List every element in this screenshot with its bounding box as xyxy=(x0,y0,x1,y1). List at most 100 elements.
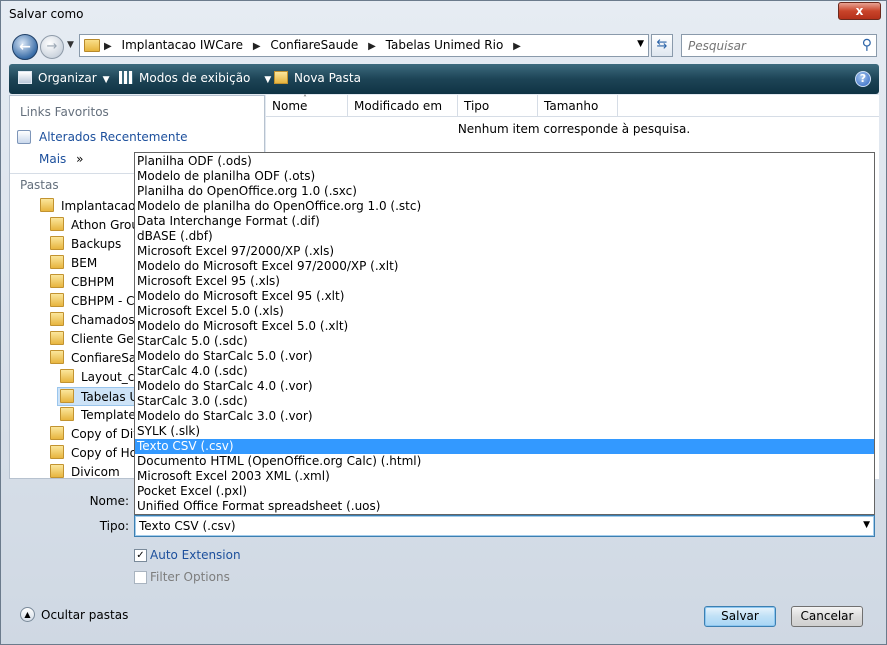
file-type-option[interactable]: Microsoft Excel 2003 XML (.xml) xyxy=(135,469,874,484)
column-header-name[interactable]: Nome ˄ xyxy=(266,94,348,117)
search-input[interactable] xyxy=(686,37,852,54)
save-button[interactable]: Salvar xyxy=(704,606,776,627)
cancel-button[interactable]: Cancelar xyxy=(791,606,863,627)
file-type-label: Tipo: xyxy=(99,519,129,533)
tree-folder-label: BEM xyxy=(71,256,98,270)
folder-icon xyxy=(50,426,64,440)
file-type-option[interactable]: Modelo de planilha do OpenOffice.org 1.0… xyxy=(135,199,874,214)
back-button[interactable]: ← xyxy=(12,34,38,60)
hide-folders-button[interactable]: Ocultar pastas xyxy=(41,608,128,622)
column-header-type[interactable]: Tipo xyxy=(458,95,538,117)
tree-folder[interactable]: Chamados xyxy=(50,311,135,330)
file-type-option[interactable]: Modelo do Microsoft Excel 97/2000/XP (.x… xyxy=(135,259,874,274)
folder-icon xyxy=(50,274,64,288)
file-type-select[interactable]: Texto CSV (.csv) ▼ xyxy=(134,515,875,537)
file-type-option[interactable]: Documento HTML (OpenOffice.org Calc) (.h… xyxy=(135,454,874,469)
help-button[interactable]: ? xyxy=(855,71,871,87)
favorites-heading: Links Favoritos xyxy=(20,105,109,119)
file-type-option[interactable]: Modelo de planilha ODF (.ots) xyxy=(135,169,874,184)
breadcrumb-item[interactable]: ConfiareSaude xyxy=(270,38,358,52)
column-header-modified[interactable]: Modificado em xyxy=(348,95,458,117)
file-type-option[interactable]: Modelo do StarCalc 5.0 (.vor) xyxy=(135,349,874,364)
folder-icon xyxy=(50,464,64,478)
address-history-dropdown-icon[interactable]: ▼ xyxy=(637,39,644,49)
chevron-right-icon[interactable]: ▶ xyxy=(253,41,261,52)
views-menu-button[interactable]: Modos de exibição ▼ xyxy=(119,71,271,85)
tree-folder[interactable]: Layout_ca xyxy=(60,368,142,387)
tree-folder[interactable]: Templates xyxy=(60,406,142,425)
search-icon[interactable]: ⚲ xyxy=(862,37,872,53)
chevron-down-icon[interactable]: ▼ xyxy=(863,520,870,530)
file-type-option[interactable]: Pocket Excel (.pxl) xyxy=(135,484,874,499)
file-type-option[interactable]: StarCalc 5.0 (.sdc) xyxy=(135,334,874,349)
filter-options-label[interactable]: Filter Options xyxy=(150,570,230,584)
file-type-option[interactable]: Planilha ODF (.ods) xyxy=(135,154,874,169)
search-field[interactable]: ⚲ xyxy=(681,34,877,57)
breadcrumb-item[interactable]: Tabelas Unimed Rio xyxy=(386,38,504,52)
folder-icon xyxy=(84,39,100,52)
tree-folder[interactable]: Copy of Divi xyxy=(50,425,144,444)
auto-extension-label[interactable]: Auto Extension xyxy=(150,548,241,562)
column-label: Tipo xyxy=(464,99,490,113)
breadcrumb-item[interactable]: Implantacao IWCare xyxy=(122,38,244,52)
file-type-option[interactable]: Microsoft Excel 5.0 (.xls) xyxy=(135,304,874,319)
file-type-option[interactable]: Unified Office Format spreadsheet (.uos) xyxy=(135,499,874,514)
tree-folder[interactable]: CBHPM - CD xyxy=(50,292,144,311)
tree-folder[interactable]: Athon Group xyxy=(50,216,147,235)
tree-folder-label: Copy of Divi xyxy=(71,427,144,441)
folders-heading[interactable]: Pastas xyxy=(20,178,59,192)
folder-icon xyxy=(60,407,74,421)
file-type-option[interactable]: dBASE (.dbf) xyxy=(135,229,874,244)
file-type-option[interactable]: Microsoft Excel 97/2000/XP (.xls) xyxy=(135,244,874,259)
column-label: Tamanho xyxy=(544,99,599,113)
forward-button[interactable]: → xyxy=(40,35,64,59)
filter-options-checkbox[interactable] xyxy=(134,571,147,584)
double-chevron-icon: » xyxy=(76,152,84,166)
tree-folder-label: Layout_ca xyxy=(81,370,142,384)
file-type-option[interactable]: Modelo do StarCalc 3.0 (.vor) xyxy=(135,409,874,424)
recent-pages-dropdown-icon[interactable]: ▼ xyxy=(67,40,74,50)
file-type-option[interactable]: Data Interchange Format (.dif) xyxy=(135,214,874,229)
tree-folder[interactable]: CBHPM xyxy=(50,273,114,292)
file-type-option[interactable]: SYLK (.slk) xyxy=(135,424,874,439)
file-type-option[interactable]: Modelo do Microsoft Excel 95 (.xlt) xyxy=(135,289,874,304)
address-bar[interactable]: ▶ Implantacao IWCare ▶ ConfiareSaude ▶ T… xyxy=(79,34,649,57)
favorite-link-recent[interactable]: Alterados Recentemente xyxy=(39,130,188,144)
folder-icon xyxy=(50,217,64,231)
new-folder-button[interactable]: Nova Pasta xyxy=(274,71,361,85)
folder-icon xyxy=(50,255,64,269)
organize-menu-button[interactable]: Organizar ▼ xyxy=(18,71,110,85)
window-title: Salvar como xyxy=(9,7,84,21)
views-grid-icon xyxy=(119,71,133,84)
auto-extension-checkbox[interactable]: ✓ xyxy=(134,549,147,562)
file-type-option[interactable]: StarCalc 4.0 (.sdc) xyxy=(135,364,874,379)
tree-folder[interactable]: Backups xyxy=(50,235,121,254)
tree-folder[interactable]: Divicom xyxy=(50,463,120,478)
chevron-right-icon[interactable]: ▶ xyxy=(513,41,521,52)
file-type-option-selected[interactable]: Texto CSV (.csv) xyxy=(135,439,874,454)
file-type-option[interactable]: Planilha do OpenOffice.org 1.0 (.sxc) xyxy=(135,184,874,199)
checkmark-icon: ✓ xyxy=(136,550,145,561)
tree-folder[interactable]: BEM xyxy=(50,254,97,273)
column-header-size[interactable]: Tamanho xyxy=(538,95,618,117)
recent-places-icon xyxy=(17,130,31,144)
folder-icon xyxy=(40,198,54,212)
file-type-option[interactable]: Modelo do StarCalc 4.0 (.vor) xyxy=(135,379,874,394)
empty-list-message: Nenhum item corresponde à pesquisa. xyxy=(457,122,691,136)
file-type-option[interactable]: StarCalc 3.0 (.sdc) xyxy=(135,394,874,409)
column-label: Modificado em xyxy=(354,99,443,113)
file-type-dropdown-list[interactable]: Planilha ODF (.ods) Modelo de planilha OD… xyxy=(134,152,875,515)
file-name-label: Nome: xyxy=(89,494,129,508)
chevron-up-icon[interactable]: ▲ xyxy=(20,607,35,622)
more-links-button[interactable]: Mais » xyxy=(39,152,83,166)
chevron-right-icon[interactable]: ▶ xyxy=(368,41,376,52)
chevron-down-icon: ▼ xyxy=(102,75,110,85)
close-button[interactable]: x xyxy=(838,2,881,20)
file-type-option[interactable]: Modelo do Microsoft Excel 5.0 (.xlt) xyxy=(135,319,874,334)
organize-icon xyxy=(18,71,32,84)
chevron-right-icon[interactable]: ▶ xyxy=(104,41,112,52)
tree-folder-label: Chamados xyxy=(71,313,135,327)
refresh-button[interactable]: ⇆ xyxy=(651,34,673,57)
tree-folder[interactable]: Copy of Hos xyxy=(50,444,143,463)
file-type-option[interactable]: Microsoft Excel 95 (.xls) xyxy=(135,274,874,289)
